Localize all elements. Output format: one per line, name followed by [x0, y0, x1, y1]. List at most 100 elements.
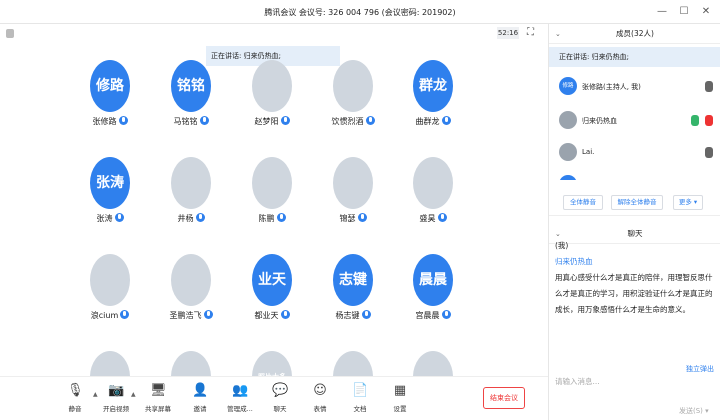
participant-avatar: 张涛 [90, 157, 130, 209]
member-name: 归来仍热血 [582, 117, 617, 125]
participant-tile[interactable] [70, 351, 150, 376]
member-actions: 全体静音 解除全体静音 更多 ▾ [549, 192, 720, 216]
document-button[interactable]: 📄 文档 [340, 383, 380, 417]
manage-members-button[interactable]: 👥 管理成... [220, 383, 260, 417]
maximize-icon[interactable]: ☐ [676, 4, 692, 20]
participant-avatar [333, 351, 373, 376]
chat-message: 用真心感受什么才是真正的陪伴，用理智反思什么才是真正的学习，用积淀验证什么才是真… [555, 273, 713, 314]
participant-tile[interactable]: 群龙 曲群龙 [393, 60, 473, 140]
members-icon: 👥 [232, 383, 249, 398]
microphone-icon [280, 310, 290, 319]
participant-tile[interactable]: 井杨 [151, 157, 231, 237]
unmute-all-button[interactable]: 解除全体静音 [611, 195, 663, 210]
participant-tile[interactable]: 照片太多 [232, 351, 312, 376]
microphone-icon[interactable] [705, 81, 713, 92]
participant-tile[interactable]: 饮惯烈酒 [313, 60, 393, 140]
meeting-info-bar [0, 24, 548, 44]
microphone-icon [120, 310, 130, 319]
microphone-icon [357, 213, 367, 222]
participant-avatar [171, 254, 211, 306]
send-button[interactable]: 发送(S) ▾ [679, 406, 709, 416]
member-avatar [559, 111, 577, 129]
participant-avatar: 志键 [333, 254, 373, 306]
camera-icon[interactable] [705, 115, 713, 126]
microphone-icon [437, 213, 447, 222]
end-meeting-button[interactable]: 结束会议 [483, 387, 525, 409]
participant-name: 饮惯烈酒 [313, 116, 393, 127]
microphone-icon [441, 116, 451, 125]
participant-name: 圣鹏浩飞 [151, 310, 231, 321]
participant-avatar [413, 351, 453, 376]
video-button[interactable]: 📷 开启视频 [96, 383, 136, 417]
participant-tile[interactable]: 赵梦阳 [232, 60, 312, 140]
add-user-icon: 👤 [192, 383, 209, 398]
participant-name: 曲群龙 [393, 116, 473, 127]
video-options-caret[interactable]: ▲ [131, 391, 136, 398]
more-button[interactable]: 更多 ▾ [673, 195, 703, 210]
participant-tile[interactable]: 业天 都业天 [232, 254, 312, 334]
apps-grid-icon: ▦ [393, 383, 407, 398]
member-row[interactable]: 归来仍热血 [549, 106, 720, 136]
microphone-icon[interactable] [691, 115, 699, 126]
participant-avatar [90, 254, 130, 306]
participant-avatar: 晨晨 [413, 254, 453, 306]
participant-avatar: 铭铭 [171, 60, 211, 112]
share-screen-button[interactable]: 🖥 共享屏幕 [138, 383, 178, 417]
participant-avatar [413, 157, 453, 209]
chat-input[interactable]: 请输入消息... [555, 376, 600, 387]
lock-icon[interactable] [6, 29, 14, 38]
mute-button[interactable]: 🎙 静音 [55, 383, 95, 417]
participant-tile[interactable]: 陈鹏 [232, 157, 312, 237]
close-icon[interactable]: ✕ [698, 4, 714, 20]
participant-tile[interactable]: 铭铭 马铭铭 [151, 60, 231, 140]
chevron-down-icon[interactable]: ⌄ [555, 24, 561, 44]
participant-avatar [171, 351, 211, 376]
document-icon: 📄 [352, 383, 369, 398]
fullscreen-icon[interactable]: ⛶ [527, 27, 539, 39]
emoji-button[interactable]: ☺ 表情 [300, 383, 340, 417]
participant-tile[interactable]: 修路 张修路 [70, 60, 150, 140]
share-screen-icon: 🖥 [150, 383, 167, 398]
participant-tile[interactable]: 张涛 张涛 [70, 157, 150, 237]
participant-tile[interactable]: 盛昊 [393, 157, 473, 237]
participant-avatar: 照片太多 [252, 351, 292, 376]
participant-tile[interactable]: 晨晨 宫晨晨 [393, 254, 473, 334]
microphone-icon[interactable] [705, 147, 713, 158]
participant-avatar [333, 157, 373, 209]
camera-off-icon: 📷 [108, 383, 125, 398]
member-row[interactable] [549, 170, 720, 180]
microphone-icon [280, 116, 290, 125]
members-header[interactable]: ⌄ 成员(32人) [549, 24, 720, 44]
participant-tile[interactable] [393, 351, 473, 376]
meeting-timer: 52:16 [497, 27, 519, 39]
participant-name: 张修路 [70, 116, 150, 127]
microphone-icon [361, 310, 371, 319]
participant-tile[interactable]: 浪cium [70, 254, 150, 334]
settings-button[interactable]: ▦ 设置 [380, 383, 420, 417]
participant-name: 赵梦阳 [232, 116, 312, 127]
chat-sender: 归来仍热血 [555, 257, 593, 266]
participant-tile[interactable] [313, 351, 393, 376]
microphone-icon [195, 213, 205, 222]
participant-avatar: 修路 [90, 60, 130, 112]
participant-name: 杨志键 [313, 310, 393, 321]
participant-tile[interactable] [151, 351, 231, 376]
participant-name: 浪cium [70, 310, 150, 321]
participant-tile[interactable]: 锦瑟 [313, 157, 393, 237]
title-bar: 腾讯会议 会议号: 326 004 796 (会议密码: 201902) — ☐… [0, 0, 720, 24]
participant-avatar [252, 157, 292, 209]
chat-messages: (我) 归来仍热血 用真心感受什么才是真正的陪伴，用理智反思什么才是真正的学习，… [549, 234, 720, 360]
microphone-icon [365, 116, 375, 125]
participant-name: 井杨 [151, 213, 231, 224]
member-row[interactable]: 修路 张修路(主持人, 我) [549, 72, 720, 102]
member-row[interactable]: Lai. [549, 138, 720, 168]
popout-link[interactable]: 独立弹出 [686, 364, 714, 374]
participant-tile[interactable]: 圣鹏浩飞 [151, 254, 231, 334]
chat-button[interactable]: 💬 聊天 [260, 383, 300, 417]
participant-avatar [90, 351, 130, 376]
mute-all-button[interactable]: 全体静音 [563, 195, 603, 210]
invite-button[interactable]: 👤 邀请 [180, 383, 220, 417]
participant-tile[interactable]: 志键 杨志键 [313, 254, 393, 334]
minimize-icon[interactable]: — [654, 4, 670, 20]
smiley-icon: ☺ [313, 383, 327, 398]
